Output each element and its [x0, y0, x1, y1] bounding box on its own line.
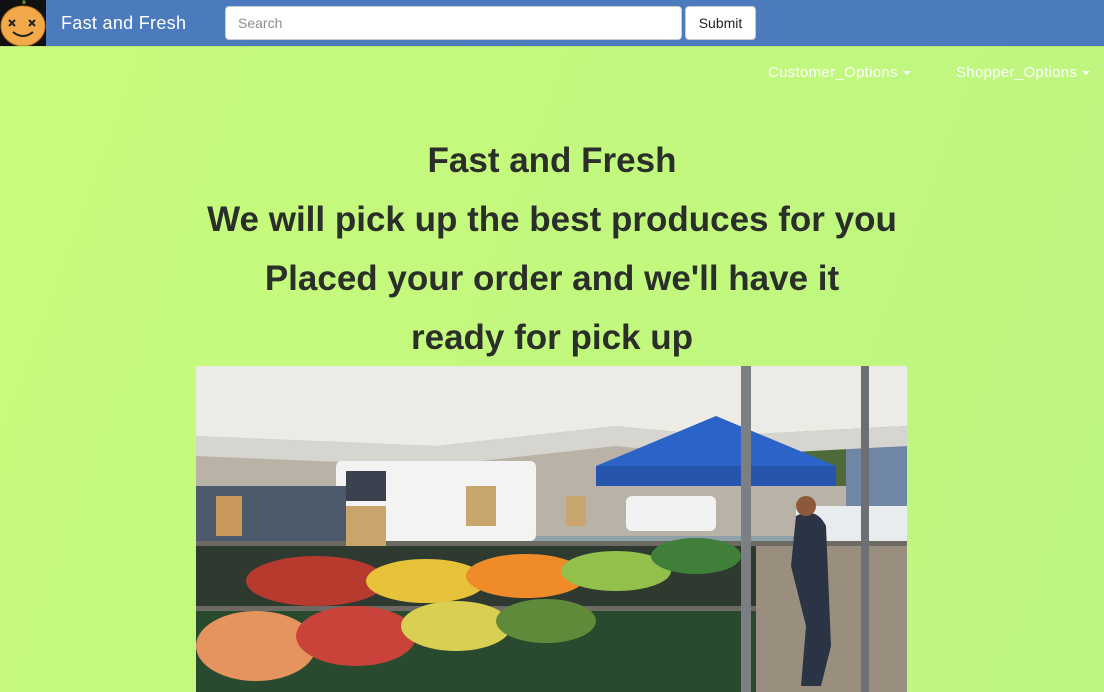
orange-logo-icon[interactable] [0, 0, 46, 46]
search-input[interactable] [225, 6, 682, 40]
shopper-options-dropdown[interactable]: Shopper_Options [956, 63, 1091, 83]
customer-options-dropdown[interactable]: Customer_Options [768, 63, 911, 83]
hero-order-text: Placed your order and we'll have it [264, 259, 840, 298]
customer-options-label: Customer_Options [768, 64, 898, 81]
hero-title: Fast and Fresh [427, 141, 677, 180]
caret-down-icon [902, 71, 911, 76]
hero-tagline: We will pick up the best produces for yo… [207, 200, 897, 239]
top-navbar: Fast and Fresh Submit [0, 0, 1104, 46]
farmers-market-photo [196, 366, 907, 692]
caret-down-icon [1082, 71, 1091, 76]
submit-button[interactable]: Submit [685, 6, 756, 40]
hero-pickup-text: ready for pick up [410, 318, 694, 357]
brand-title[interactable]: Fast and Fresh [61, 11, 186, 35]
shopper-options-label: Shopper_Options [956, 64, 1078, 81]
